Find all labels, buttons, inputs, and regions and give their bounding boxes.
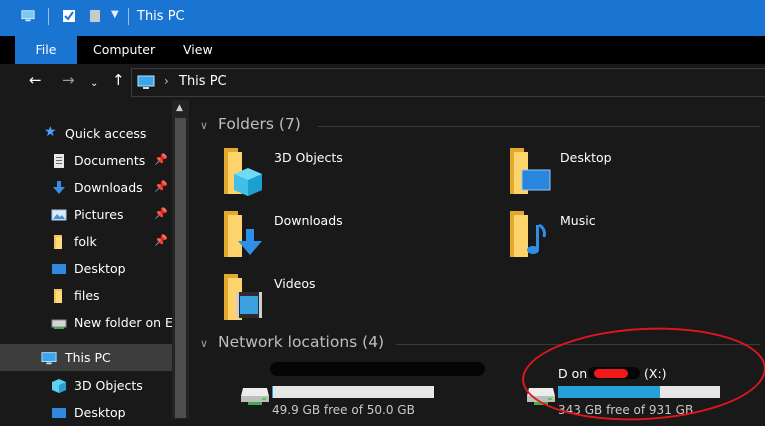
desktop-folder-icon bbox=[508, 148, 552, 196]
desktop-icon bbox=[51, 261, 67, 277]
network-drive-icon bbox=[51, 315, 67, 331]
nav-item-files[interactable]: files bbox=[0, 282, 172, 309]
pin-icon[interactable]: 📌 bbox=[154, 207, 168, 220]
folder-name: 3D Objects bbox=[274, 150, 343, 165]
toolbar-separator bbox=[128, 8, 129, 25]
ribbon-tabs: File Computer View bbox=[0, 36, 765, 64]
tab-view[interactable]: View bbox=[183, 36, 213, 64]
tab-file[interactable]: File bbox=[15, 36, 77, 64]
nav-item-label: Pictures bbox=[74, 207, 124, 222]
nav-item-desktop-2[interactable]: Desktop bbox=[0, 399, 172, 426]
nav-item-label: New folder on El bbox=[74, 315, 172, 330]
folder-videos[interactable]: Videos bbox=[222, 274, 452, 330]
music-folder-icon bbox=[508, 211, 552, 259]
scroll-up-arrow-icon[interactable]: ▲ bbox=[176, 103, 183, 113]
collapse-chevron-icon[interactable]: ∨ bbox=[200, 337, 208, 350]
properties-icon[interactable] bbox=[62, 9, 76, 23]
folder-name: Videos bbox=[274, 276, 316, 291]
folder-desktop[interactable]: Desktop bbox=[508, 148, 738, 204]
nav-item-label: Downloads bbox=[74, 180, 143, 195]
nav-item-label: Desktop bbox=[74, 405, 126, 420]
folder-3d-objects[interactable]: 3D Objects bbox=[222, 148, 452, 204]
address-row: ← → ⌄ ↑ › This PC bbox=[0, 64, 765, 100]
section-divider bbox=[318, 126, 760, 127]
up-arrow-icon[interactable]: ↑ bbox=[112, 73, 125, 88]
drive-free-space: 49.9 GB free of 50.0 GB bbox=[272, 403, 415, 417]
nav-item-label: Documents bbox=[74, 153, 145, 168]
folder-music[interactable]: Music bbox=[508, 211, 738, 267]
recent-locations-chevron-icon[interactable]: ⌄ bbox=[90, 76, 98, 91]
folders-section-title: Folders (7) bbox=[218, 115, 301, 133]
network-drive-icon bbox=[240, 380, 270, 406]
breadcrumb-this-pc[interactable]: This PC bbox=[179, 74, 227, 89]
network-drive-1[interactable]: 49.9 GB free of 50.0 GB bbox=[240, 366, 460, 426]
redacted-name bbox=[270, 362, 485, 376]
nav-item-downloads[interactable]: Downloads 📌 bbox=[0, 174, 172, 201]
nav-item-folk[interactable]: folk 📌 bbox=[0, 228, 172, 255]
address-bar[interactable]: › This PC bbox=[131, 68, 765, 97]
nav-item-new-folder-on-el[interactable]: New folder on El bbox=[0, 309, 172, 336]
customize-toolbar-dropdown-icon[interactable]: ▼ bbox=[111, 9, 119, 20]
nav-item-pictures[interactable]: Pictures 📌 bbox=[0, 201, 172, 228]
folder-name: Downloads bbox=[274, 213, 343, 228]
star-icon: ★ bbox=[44, 124, 60, 140]
nav-item-label: files bbox=[74, 288, 100, 303]
nav-item-label: folk bbox=[74, 234, 97, 249]
videos-folder-icon bbox=[222, 274, 266, 322]
documents-icon bbox=[51, 153, 67, 169]
nav-scrollbar-thumb[interactable] bbox=[175, 118, 186, 418]
folder-icon bbox=[51, 288, 67, 304]
new-folder-icon[interactable] bbox=[88, 9, 102, 23]
tab-computer[interactable]: Computer bbox=[93, 36, 155, 64]
nav-item-this-pc[interactable]: This PC bbox=[0, 344, 172, 371]
this-pc-icon bbox=[21, 9, 35, 23]
pin-icon[interactable]: 📌 bbox=[154, 234, 168, 247]
nav-item-label: Quick access bbox=[65, 126, 146, 141]
drive-usage-bar bbox=[272, 386, 434, 398]
pc-icon bbox=[41, 350, 57, 366]
downloads-folder-icon bbox=[222, 211, 266, 259]
content-pane: ∨ Folders (7) 3D Objects Desktop Do bbox=[190, 100, 765, 419]
network-section-title: Network locations (4) bbox=[218, 333, 384, 351]
window-title: This PC bbox=[137, 9, 185, 24]
folders-section-header[interactable]: ∨ Folders (7) bbox=[200, 115, 760, 137]
pin-icon[interactable]: 📌 bbox=[154, 153, 168, 166]
breadcrumb-chevron-icon[interactable]: › bbox=[164, 74, 169, 88]
nav-item-label: This PC bbox=[65, 350, 111, 365]
folder-downloads[interactable]: Downloads bbox=[222, 211, 452, 267]
this-pc-icon bbox=[137, 75, 155, 90]
nav-item-label: Desktop bbox=[74, 261, 126, 276]
pin-icon[interactable]: 📌 bbox=[154, 180, 168, 193]
nav-item-label: 3D Objects bbox=[74, 378, 143, 393]
folder-icon bbox=[51, 234, 67, 250]
pictures-icon bbox=[51, 207, 67, 223]
nav-item-3d-objects[interactable]: 3D Objects bbox=[0, 372, 172, 399]
forward-arrow-icon[interactable]: → bbox=[62, 73, 75, 88]
folder-name: Desktop bbox=[560, 150, 612, 165]
nav-item-quick-access[interactable]: ★ Quick access bbox=[0, 120, 172, 147]
back-arrow-icon[interactable]: ← bbox=[29, 73, 42, 88]
collapse-chevron-icon[interactable]: ∨ bbox=[200, 119, 208, 132]
3d-objects-icon bbox=[51, 378, 67, 394]
folder-name: Music bbox=[560, 213, 596, 228]
downloads-icon bbox=[51, 180, 67, 196]
toolbar-separator bbox=[48, 8, 49, 25]
navigation-pane: ★ Quick access Documents 📌 Downloads 📌 P… bbox=[0, 100, 190, 419]
title-bar: ▼ This PC bbox=[0, 0, 765, 36]
3d-objects-folder-icon bbox=[222, 148, 266, 196]
nav-item-desktop[interactable]: Desktop bbox=[0, 255, 172, 282]
nav-item-documents[interactable]: Documents 📌 bbox=[0, 147, 172, 174]
